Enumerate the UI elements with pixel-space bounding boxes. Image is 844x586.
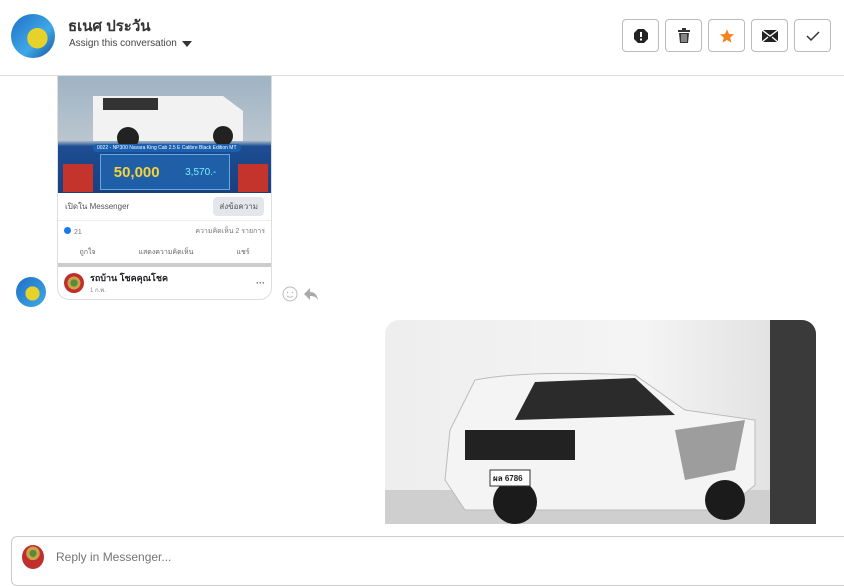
comment-button[interactable]: แสดงความคิดเห็น bbox=[139, 247, 194, 258]
reply-box bbox=[11, 536, 844, 586]
promo-box: 50,000 3,570.- bbox=[100, 154, 230, 190]
gift-decoration bbox=[63, 164, 93, 192]
star-button[interactable] bbox=[708, 19, 745, 52]
star-icon bbox=[719, 28, 734, 43]
mark-done-button[interactable] bbox=[794, 19, 831, 52]
share-button[interactable]: แชร์ bbox=[236, 247, 249, 258]
comment-count: ความคิดเห็น 2 รายการ bbox=[195, 227, 265, 235]
post-time: 1 ก.พ. bbox=[90, 288, 106, 294]
like-count-text: 21 bbox=[74, 228, 82, 236]
check-icon bbox=[805, 30, 820, 41]
page-avatar bbox=[64, 273, 84, 293]
open-in-messenger-link[interactable]: เปิดใน Messenger bbox=[65, 200, 129, 213]
post-image: 0022 - NP300 Navara King Cab 2.5 E Calib… bbox=[58, 76, 271, 193]
like-count: 21 bbox=[64, 226, 82, 236]
reply-icon[interactable] bbox=[303, 286, 319, 302]
caret-down-icon bbox=[181, 40, 192, 47]
page-avatar bbox=[22, 545, 44, 569]
license-plate: ผล 6786 bbox=[493, 474, 523, 483]
contact-name: ธเนศ ประวัน bbox=[68, 18, 151, 35]
delete-button[interactable] bbox=[665, 19, 702, 52]
sender-avatar bbox=[16, 277, 46, 307]
discount-value: 50,000 bbox=[113, 163, 160, 181]
banner-title: 0022 - NP300 Navara King Cab 2.5 E Calib… bbox=[93, 144, 241, 152]
mark-unread-button[interactable] bbox=[751, 19, 788, 52]
gift-decoration bbox=[238, 164, 268, 192]
shared-post-card[interactable]: 0022 - NP300 Navara King Cab 2.5 E Calib… bbox=[57, 76, 272, 300]
mark-spam-button[interactable] bbox=[622, 19, 659, 52]
reply-input[interactable] bbox=[56, 550, 556, 564]
trash-icon bbox=[677, 28, 690, 43]
envelope-icon bbox=[761, 29, 778, 42]
truck-photo bbox=[385, 320, 816, 524]
alert-icon bbox=[633, 28, 648, 43]
page-name: รถบ้าน โชคคุณโชค bbox=[90, 273, 168, 283]
avatar bbox=[11, 14, 55, 58]
installment-value: 3,570.- bbox=[185, 166, 217, 178]
sent-photo[interactable]: ผล 6786 bbox=[385, 320, 816, 524]
action-toolbar bbox=[622, 19, 831, 52]
conversation-header: ธเนศ ประวัน Assign this conversation bbox=[0, 0, 844, 76]
like-icon bbox=[64, 226, 71, 234]
assign-conversation-dropdown[interactable]: Assign this conversation bbox=[69, 38, 192, 49]
like-button[interactable]: ถูกใจ bbox=[80, 247, 96, 258]
send-message-button[interactable]: ส่งข้อความ bbox=[213, 197, 264, 216]
more-icon[interactable]: ··· bbox=[256, 278, 265, 288]
emoji-react-icon[interactable] bbox=[282, 286, 298, 302]
assign-label: Assign this conversation bbox=[69, 38, 177, 49]
